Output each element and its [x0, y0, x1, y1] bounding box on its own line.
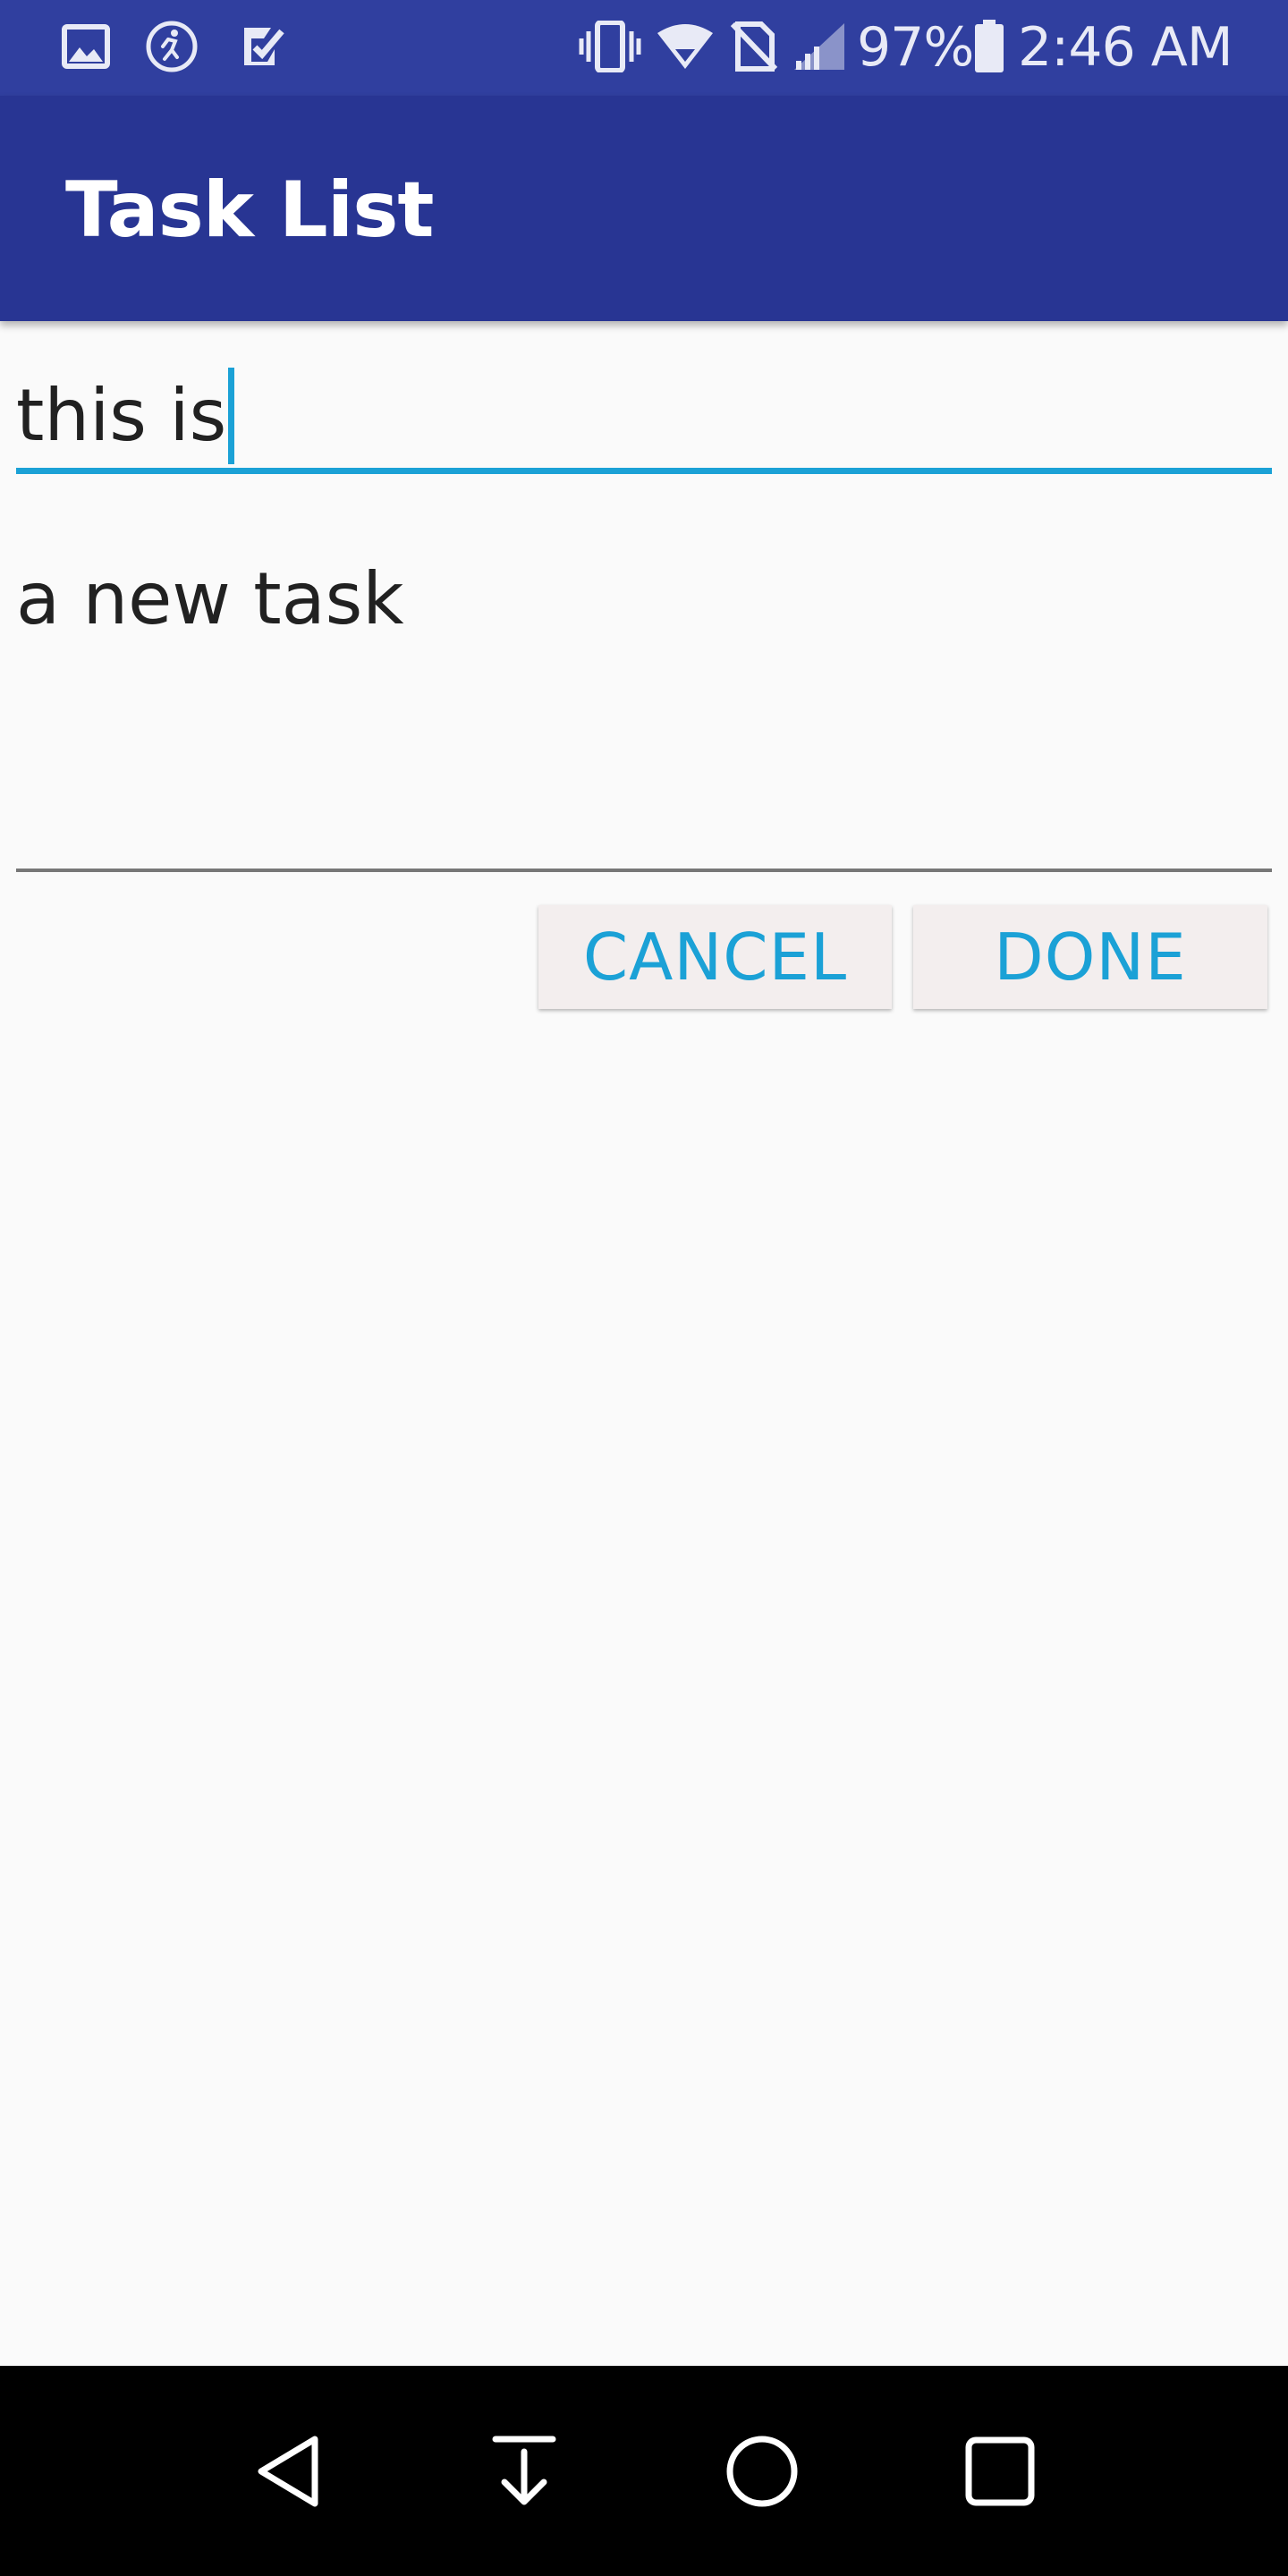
screen: 97% 2:46 AM Task List this is a new task…: [0, 0, 1288, 2576]
app-title: Task List: [65, 165, 435, 255]
cancel-button[interactable]: CANCEL: [538, 905, 892, 1009]
back-icon[interactable]: [243, 2427, 333, 2516]
recents-icon[interactable]: [955, 2427, 1045, 2516]
notification-pull-icon[interactable]: [479, 2427, 569, 2516]
gallery-icon: [61, 20, 111, 73]
no-sim-icon: [729, 20, 779, 73]
home-icon[interactable]: [717, 2427, 807, 2516]
app-bar: Task List: [0, 96, 1288, 321]
task-title-input[interactable]: this is: [16, 368, 235, 464]
clock: 2:46 AM: [1018, 16, 1233, 79]
wifi-icon: [656, 20, 715, 73]
done-button[interactable]: DONE: [913, 905, 1267, 1009]
navigation-bar: [0, 2366, 1288, 2576]
signal-icon: [792, 20, 846, 73]
task-title-value: this is: [16, 374, 227, 457]
text-cursor: [228, 368, 235, 464]
task-description-value: a new task: [16, 557, 404, 640]
vibrate-icon: [578, 20, 642, 73]
status-bar: 97% 2:46 AM: [0, 0, 1288, 96]
battery-percent: 97%: [857, 16, 974, 79]
task-title-field[interactable]: this is: [16, 353, 1272, 474]
battery-icon: [971, 20, 1007, 73]
task-description-field[interactable]: a new task: [16, 537, 1272, 872]
activity-icon: [145, 20, 199, 73]
tasks-icon: [240, 20, 290, 73]
